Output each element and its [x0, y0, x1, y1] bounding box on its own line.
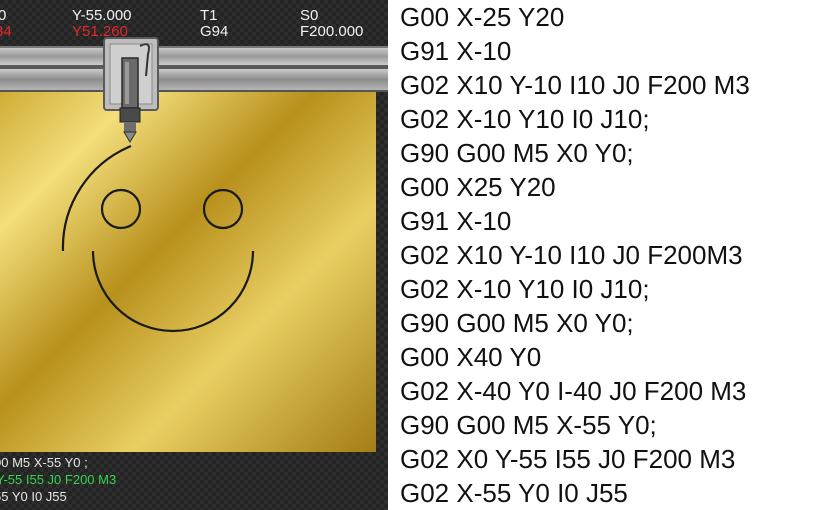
- gcode-line: G90 G00 M5 X0 Y0;: [400, 138, 634, 168]
- status-mode: G94: [200, 23, 229, 40]
- gcode-line: G02 X-10 Y10 I0 J10;: [400, 104, 650, 134]
- toolpath-face-arc: [61, 144, 132, 252]
- toolpath-mouth-arc: [91, 250, 255, 333]
- toolpath-right-eye: [202, 188, 244, 230]
- gantry-rail-groove: [0, 65, 388, 69]
- toolpath-drawing: [61, 144, 255, 333]
- gcode-line: G00 X40 Y0: [400, 342, 542, 372]
- status-left-bottom: 34: [0, 23, 12, 40]
- gcode-line: G00 X25 Y20: [400, 172, 556, 202]
- status-feed: F200.000: [300, 23, 364, 40]
- gcode-line: G00 X-25 Y20: [400, 2, 565, 32]
- gcode-line: G90 G00 M5 X-55 Y0;: [400, 410, 657, 440]
- gcode-line: G02 X-40 Y0 I-40 J0 F200 M3: [400, 376, 747, 406]
- log-line: 55 Y0 I0 J55: [0, 489, 67, 504]
- workpiece-gold-plate: [0, 62, 376, 452]
- status-tool: T1: [200, 7, 218, 24]
- command-log: 00 M5 X-55 Y0 ; Y-55 I55 J0 F200 M3 55 Y…: [0, 452, 388, 510]
- gantry-rail: [0, 46, 388, 92]
- gcode-line: G02 X10 Y-10 I10 J0 F200M3: [400, 240, 743, 270]
- status-y-position: Y-55.000: [72, 7, 132, 24]
- gcode-line: G02 X0 Y-55 I55 J0 F200 M3: [400, 444, 736, 474]
- gcode-line: G91 X-10: [400, 206, 512, 236]
- spindle-head-icon: [103, 37, 159, 143]
- gcode-line: G02 X10 Y-10 I10 J0 F200 M3: [400, 70, 750, 100]
- status-left-top: 0: [0, 7, 7, 24]
- gcode-line: G91 X-10: [400, 36, 512, 66]
- log-line-active: Y-55 I55 J0 F200 M3: [0, 472, 117, 487]
- cnc-simulator-panel: 0 34 Y-55.000 Y51.260 T1 G94 S0 F200.000: [0, 0, 388, 510]
- gcode-line: G02 X-55 Y0 I0 J55: [400, 478, 628, 508]
- gcode-line: G90 G00 M5 X0 Y0;: [400, 308, 634, 338]
- gcode-program-listing: G00 X-25 Y20 G91 X-10 G02 X10 Y-10 I10 J…: [388, 0, 825, 510]
- toolpath-left-eye: [100, 188, 142, 230]
- log-line: 00 M5 X-55 Y0 ;: [0, 455, 88, 470]
- gcode-line: G02 X-10 Y10 I0 J10;: [400, 274, 650, 304]
- status-spindle: S0: [300, 7, 319, 24]
